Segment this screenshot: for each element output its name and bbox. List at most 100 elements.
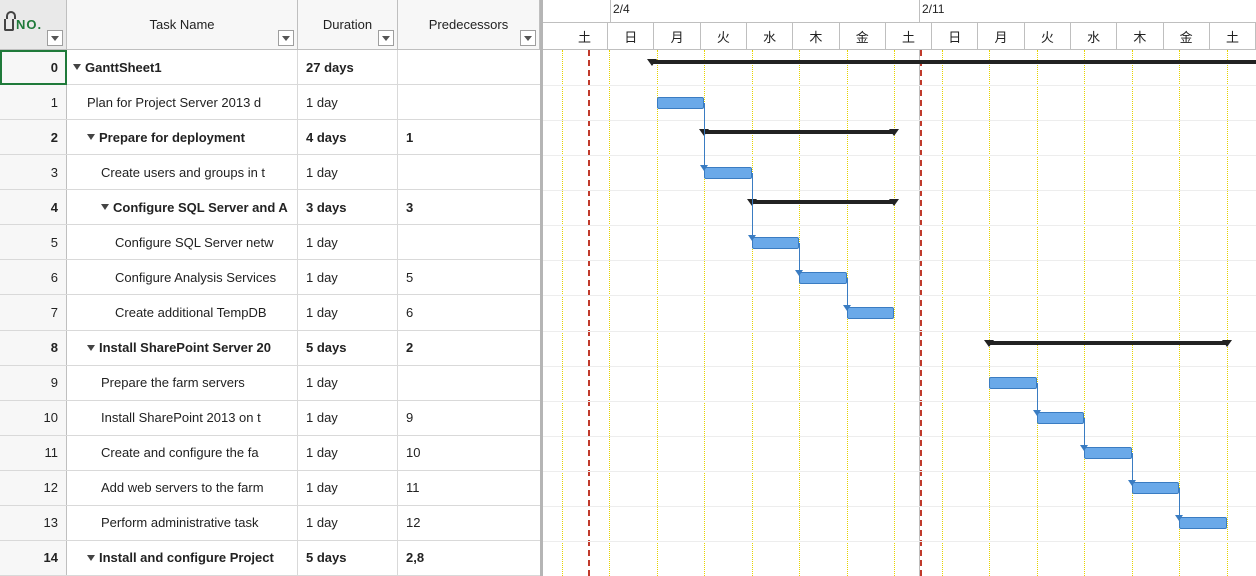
column-header-task[interactable]: Task Name <box>67 0 298 49</box>
row-no[interactable]: 12 <box>0 471 67 505</box>
gantt-body[interactable] <box>543 50 1256 576</box>
task-bar[interactable] <box>847 307 895 319</box>
table-row[interactable]: 3Create users and groups in t1 day <box>0 155 540 190</box>
task-name-cell[interactable]: Install SharePoint 2013 on t <box>67 401 298 435</box>
summary-bar[interactable] <box>704 130 894 134</box>
task-bar[interactable] <box>1179 517 1227 529</box>
task-name-cell[interactable]: Install SharePoint Server 20 <box>67 331 298 365</box>
table-row[interactable]: 10Install SharePoint 2013 on t1 day9 <box>0 401 540 436</box>
filter-button-duration[interactable] <box>378 30 394 46</box>
predecessors-cell[interactable]: 12 <box>398 506 540 540</box>
task-name-cell[interactable]: GanttSheet1 <box>67 50 298 84</box>
predecessors-cell[interactable]: 10 <box>398 436 540 470</box>
task-name-cell[interactable]: Prepare the farm servers <box>67 366 298 400</box>
summary-bar[interactable] <box>752 200 895 204</box>
task-name-cell[interactable]: Create and configure the fa <box>67 436 298 470</box>
task-name-cell[interactable]: Create users and groups in t <box>67 155 298 189</box>
task-name-cell[interactable]: Install and configure Project <box>67 541 298 575</box>
task-bar[interactable] <box>657 97 705 109</box>
table-row[interactable]: 12Add web servers to the farm1 day11 <box>0 471 540 506</box>
duration-cell[interactable]: 1 day <box>298 401 398 435</box>
table-row[interactable]: 11Create and configure the fa1 day10 <box>0 436 540 471</box>
collapse-toggle-icon[interactable] <box>87 134 95 140</box>
duration-cell[interactable]: 5 days <box>298 331 398 365</box>
table-row[interactable]: 9Prepare the farm servers1 day <box>0 366 540 401</box>
collapse-toggle-icon[interactable] <box>101 204 109 210</box>
duration-cell[interactable]: 1 day <box>298 506 398 540</box>
collapse-toggle-icon[interactable] <box>87 555 95 561</box>
row-no[interactable]: 1 <box>0 85 67 119</box>
table-row[interactable]: 6Configure Analysis Services1 day5 <box>0 260 540 295</box>
duration-cell[interactable]: 1 day <box>298 436 398 470</box>
table-row[interactable]: 0GanttSheet127 days <box>0 50 540 85</box>
row-no[interactable]: 14 <box>0 541 67 575</box>
predecessors-cell[interactable]: 3 <box>398 190 540 224</box>
predecessors-cell[interactable] <box>398 366 540 400</box>
task-bar[interactable] <box>989 377 1037 389</box>
task-name-cell[interactable]: Perform administrative task <box>67 506 298 540</box>
duration-cell[interactable]: 3 days <box>298 190 398 224</box>
task-bar[interactable] <box>752 237 800 249</box>
task-name-cell[interactable]: Add web servers to the farm <box>67 471 298 505</box>
filter-button-task[interactable] <box>278 30 294 46</box>
duration-cell[interactable]: 1 day <box>298 260 398 294</box>
duration-cell[interactable]: 27 days <box>298 50 398 84</box>
task-bar[interactable] <box>1084 447 1132 459</box>
task-name-cell[interactable]: Configure Analysis Services <box>67 260 298 294</box>
table-row[interactable]: 13Perform administrative task1 day12 <box>0 506 540 541</box>
row-no[interactable]: 4 <box>0 190 67 224</box>
predecessors-cell[interactable]: 11 <box>398 471 540 505</box>
duration-cell[interactable]: 5 days <box>298 541 398 575</box>
row-no[interactable]: 11 <box>0 436 67 470</box>
table-row[interactable]: 4Configure SQL Server and A3 days3 <box>0 190 540 225</box>
row-no[interactable]: 3 <box>0 155 67 189</box>
task-bar[interactable] <box>1132 482 1180 494</box>
table-row[interactable]: 8Install SharePoint Server 205 days2 <box>0 331 540 366</box>
duration-cell[interactable]: 1 day <box>298 225 398 259</box>
duration-cell[interactable]: 1 day <box>298 471 398 505</box>
predecessors-cell[interactable]: 2 <box>398 331 540 365</box>
task-name-cell[interactable]: Prepare for deployment <box>67 120 298 154</box>
table-row[interactable]: 5Configure SQL Server netw1 day <box>0 225 540 260</box>
predecessors-cell[interactable]: 9 <box>398 401 540 435</box>
duration-cell[interactable]: 4 days <box>298 120 398 154</box>
gantt-chart[interactable]: 2/42/11 土日月火水木金土日月火水木金土 <box>543 0 1256 576</box>
row-no[interactable]: 0 <box>0 50 67 84</box>
table-row[interactable]: 7Create additional TempDB1 day6 <box>0 295 540 330</box>
row-no[interactable]: 10 <box>0 401 67 435</box>
predecessors-cell[interactable]: 2,8 <box>398 541 540 575</box>
duration-cell[interactable]: 1 day <box>298 295 398 329</box>
task-name-cell[interactable]: Plan for Project Server 2013 d <box>67 85 298 119</box>
predecessors-cell[interactable] <box>398 50 540 84</box>
predecessors-cell[interactable] <box>398 225 540 259</box>
task-name-cell[interactable]: Configure SQL Server netw <box>67 225 298 259</box>
row-no[interactable]: 5 <box>0 225 67 259</box>
row-no[interactable]: 6 <box>0 260 67 294</box>
task-name-cell[interactable]: Create additional TempDB <box>67 295 298 329</box>
column-header-duration[interactable]: Duration <box>298 0 398 49</box>
row-no[interactable]: 8 <box>0 331 67 365</box>
task-bar[interactable] <box>799 272 847 284</box>
row-no[interactable]: 7 <box>0 295 67 329</box>
predecessors-cell[interactable] <box>398 85 540 119</box>
row-no[interactable]: 9 <box>0 366 67 400</box>
table-row[interactable]: 1Plan for Project Server 2013 d1 day <box>0 85 540 120</box>
column-header-predecessors[interactable]: Predecessors <box>398 0 540 49</box>
duration-cell[interactable]: 1 day <box>298 366 398 400</box>
summary-bar[interactable] <box>989 341 1227 345</box>
filter-button-no[interactable] <box>47 30 63 46</box>
row-no[interactable]: 2 <box>0 120 67 154</box>
predecessors-cell[interactable] <box>398 155 540 189</box>
table-row[interactable]: 14Install and configure Project5 days2,8 <box>0 541 540 576</box>
collapse-toggle-icon[interactable] <box>87 345 95 351</box>
duration-cell[interactable]: 1 day <box>298 155 398 189</box>
predecessors-cell[interactable]: 1 <box>398 120 540 154</box>
task-bar[interactable] <box>1037 412 1085 424</box>
task-name-cell[interactable]: Configure SQL Server and A <box>67 190 298 224</box>
summary-bar[interactable] <box>652 60 1256 64</box>
task-bar[interactable] <box>704 167 752 179</box>
column-header-no[interactable]: NO. <box>0 0 67 49</box>
row-no[interactable]: 13 <box>0 506 67 540</box>
predecessors-cell[interactable]: 5 <box>398 260 540 294</box>
collapse-toggle-icon[interactable] <box>73 64 81 70</box>
